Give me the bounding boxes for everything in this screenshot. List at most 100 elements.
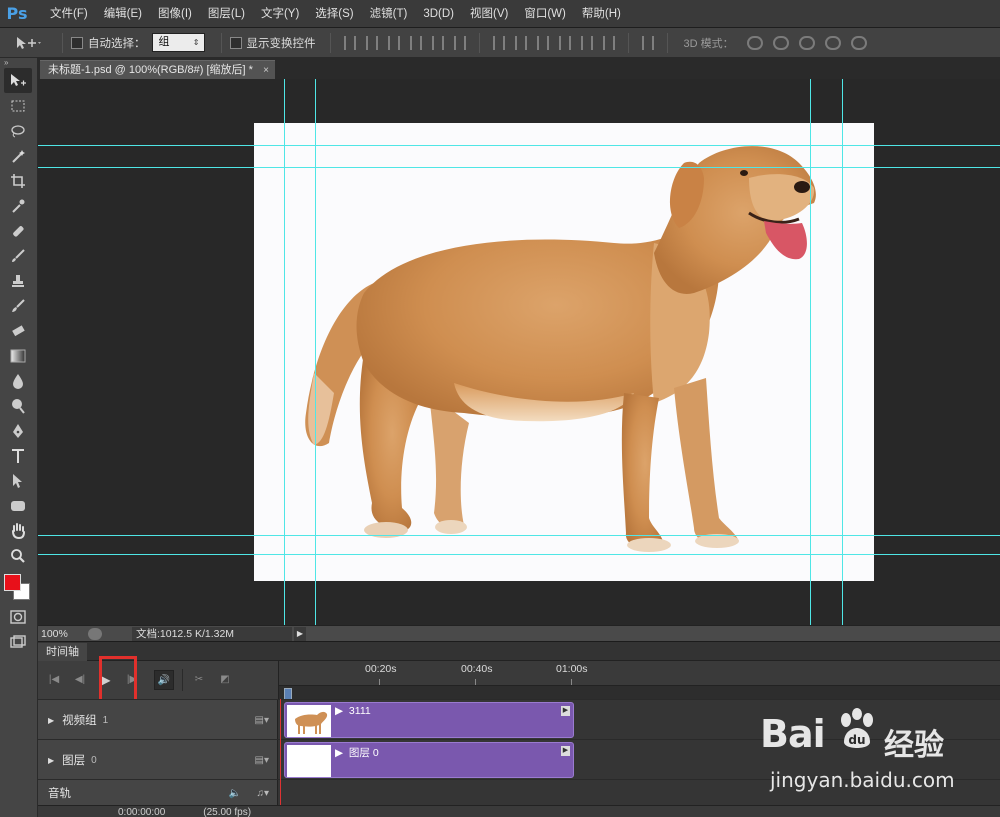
- auto-align-icon[interactable]: [641, 35, 654, 50]
- brush-tool-icon[interactable]: [4, 243, 32, 268]
- crop-tool-icon[interactable]: [4, 168, 32, 193]
- clip-label: ▶ 图层 0: [335, 747, 379, 759]
- magic-wand-tool-icon[interactable]: [4, 143, 32, 168]
- speaker-icon[interactable]: 🔈: [229, 788, 241, 799]
- menu-help[interactable]: 帮助(H): [574, 0, 629, 28]
- timecode: 0:00:00:00: [118, 806, 166, 817]
- close-icon[interactable]: ×: [263, 61, 269, 80]
- guide-horizontal[interactable]: [38, 145, 1000, 146]
- guide-vertical[interactable]: [315, 79, 316, 625]
- zoom-level[interactable]: 100%: [38, 628, 88, 640]
- guide-vertical[interactable]: [810, 79, 811, 625]
- music-note-menu-icon[interactable]: ♫▾: [256, 788, 269, 799]
- guide-horizontal[interactable]: [38, 167, 1000, 168]
- screen-mode-icon[interactable]: [4, 629, 32, 654]
- menu-window[interactable]: 窗口(W): [516, 0, 574, 28]
- quick-mask-icon[interactable]: [4, 604, 32, 629]
- type-tool-icon[interactable]: [4, 443, 32, 468]
- film-strip-menu-icon[interactable]: ▤▾: [255, 755, 269, 766]
- track-header[interactable]: ▶ 视频组 1 ▤▾: [38, 700, 278, 740]
- menu-file[interactable]: 文件(F): [42, 0, 96, 28]
- proof-icon[interactable]: [88, 627, 102, 640]
- guide-horizontal[interactable]: [38, 535, 1000, 536]
- 3d-roll-icon[interactable]: [772, 35, 789, 50]
- path-selection-tool-icon[interactable]: [4, 468, 32, 493]
- work-area-bar[interactable]: [279, 685, 1000, 700]
- guide-horizontal[interactable]: [38, 554, 1000, 555]
- align-vcenter-icon[interactable]: [365, 35, 378, 50]
- align-hcenter-icon[interactable]: [431, 35, 444, 50]
- eyedropper-tool-icon[interactable]: [4, 193, 32, 218]
- auto-select-checkbox[interactable]: [71, 36, 83, 49]
- foreground-color-swatch[interactable]: [4, 574, 21, 591]
- distribute-right-icon[interactable]: [602, 35, 615, 50]
- distribute-left-icon[interactable]: [558, 35, 571, 50]
- show-transform-checkbox[interactable]: [229, 36, 242, 49]
- guide-vertical[interactable]: [842, 79, 843, 625]
- audio-track-name: 音轨: [48, 788, 71, 800]
- healing-brush-tool-icon[interactable]: [4, 218, 32, 243]
- 3d-slide-icon[interactable]: [824, 35, 841, 50]
- menu-layer[interactable]: 图层(L): [200, 0, 253, 28]
- distribute-bottom-icon[interactable]: [536, 35, 549, 50]
- distribute-hcenter-icon[interactable]: [580, 35, 593, 50]
- guide-vertical[interactable]: [284, 79, 285, 625]
- history-brush-tool-icon[interactable]: [4, 293, 32, 318]
- zoom-tool-icon[interactable]: [4, 543, 32, 568]
- move-tool-preset-icon[interactable]: [14, 32, 54, 54]
- split-scissors-icon[interactable]: ✂: [189, 670, 209, 690]
- menu-type[interactable]: 文字(Y): [253, 0, 307, 28]
- menu-filter[interactable]: 滤镜(T): [362, 0, 416, 28]
- rectangle-tool-icon[interactable]: [4, 493, 32, 518]
- canvas-area[interactable]: [38, 79, 1000, 625]
- 3d-rotate-icon[interactable]: [746, 35, 763, 50]
- pen-tool-icon[interactable]: [4, 418, 32, 443]
- document-tab[interactable]: 未标题-1.psd @ 100%(RGB/8#) [缩放后] * ×: [40, 60, 275, 79]
- align-bottom-icon[interactable]: [387, 35, 400, 50]
- previous-frame-icon[interactable]: ◀|: [70, 670, 90, 690]
- separator: [62, 32, 63, 53]
- go-to-first-frame-icon[interactable]: |◀: [44, 670, 64, 690]
- video-clip[interactable]: ▶ 3111 ▶: [284, 702, 574, 738]
- move-tool-icon[interactable]: [4, 68, 32, 93]
- track-header[interactable]: ▶ 图层 0 ▤▾: [38, 740, 278, 780]
- timeline-tab[interactable]: 时间轴: [38, 643, 87, 661]
- film-strip-menu-icon[interactable]: ▤▾: [255, 715, 269, 726]
- timeline-ruler[interactable]: 00:20s 00:40s 01:00s: [278, 661, 1000, 700]
- clip-thumbnail: [287, 745, 331, 777]
- auto-select-dropdown[interactable]: 组 ⇕: [151, 33, 205, 52]
- hand-tool-icon[interactable]: [4, 518, 32, 543]
- gradient-tool-icon[interactable]: [4, 343, 32, 368]
- clone-stamp-tool-icon[interactable]: [4, 268, 32, 293]
- clip-end-arrow-icon[interactable]: ▶: [561, 746, 570, 756]
- align-left-icon[interactable]: [409, 35, 422, 50]
- track-name: 视频组: [62, 715, 97, 727]
- color-swatches[interactable]: [0, 568, 38, 604]
- current-time-indicator: [280, 699, 281, 805]
- 3d-scale-icon[interactable]: [850, 35, 867, 50]
- marquee-tool-icon[interactable]: [4, 93, 32, 118]
- mute-audio-icon[interactable]: 🔊: [154, 670, 174, 690]
- menu-select[interactable]: 选择(S): [307, 0, 361, 28]
- transition-icon[interactable]: ◩: [215, 670, 235, 690]
- distribute-vcenter-icon[interactable]: [514, 35, 527, 50]
- collapse-icon[interactable]: »: [0, 58, 37, 68]
- menu-3d[interactable]: 3D(D): [415, 0, 462, 28]
- eraser-tool-icon[interactable]: [4, 318, 32, 343]
- lasso-tool-icon[interactable]: [4, 118, 32, 143]
- audio-track-header[interactable]: 音轨 🔈 ♫▾: [38, 780, 278, 806]
- expand-triangle-icon[interactable]: ▶: [48, 716, 54, 725]
- expand-triangle-icon[interactable]: ▶: [48, 756, 54, 765]
- dodge-tool-icon[interactable]: [4, 393, 32, 418]
- menu-edit[interactable]: 编辑(E): [96, 0, 150, 28]
- 3d-drag-icon[interactable]: [798, 35, 815, 50]
- align-right-icon[interactable]: [453, 35, 466, 50]
- status-menu-arrow-icon[interactable]: ▶: [294, 626, 306, 641]
- clip-end-arrow-icon[interactable]: ▶: [561, 706, 570, 716]
- align-top-icon[interactable]: [343, 35, 356, 50]
- distribute-top-icon[interactable]: [492, 35, 505, 50]
- menu-image[interactable]: 图像(I): [150, 0, 200, 28]
- menu-view[interactable]: 视图(V): [462, 0, 516, 28]
- blur-tool-icon[interactable]: [4, 368, 32, 393]
- layer-clip[interactable]: ▶ 图层 0 ▶: [284, 742, 574, 778]
